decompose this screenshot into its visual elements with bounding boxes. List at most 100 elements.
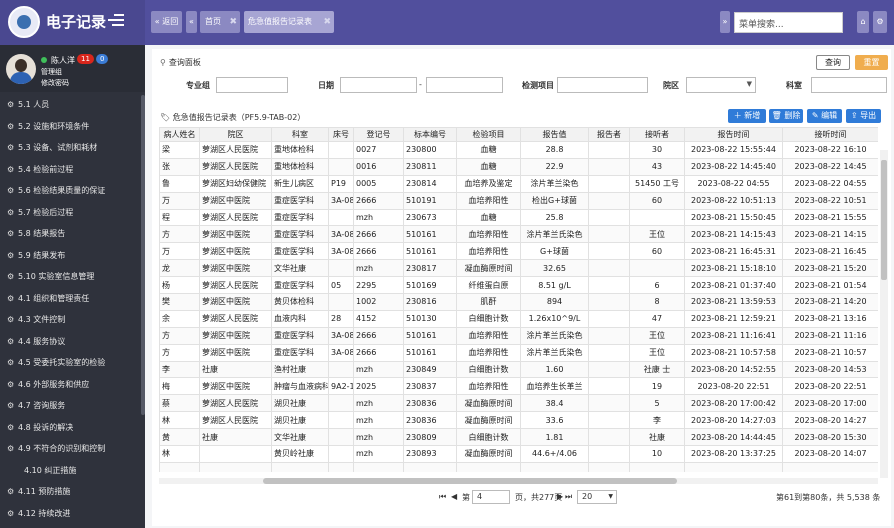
close-icon[interactable]: ✖ [323,11,331,33]
sidebar-item[interactable]: ⚙ 4.4 服务协议 [0,331,140,353]
tabs-scroll-left-button[interactable]: « [186,11,197,33]
notification-badge[interactable]: 11 [77,54,94,64]
change-password-link[interactable]: 修改密码 [41,78,69,88]
prev-page-button[interactable]: ◀ [451,492,457,501]
column-header[interactable]: 接听时间 [782,127,878,142]
sidebar-item[interactable]: ⚙ 5.2 设施和环境条件 [0,116,140,138]
sidebar-item[interactable]: ⚙ 5.3 设备、试剂和耗材 [0,137,140,159]
column-header[interactable]: 报告值 [520,127,589,142]
dept-input[interactable] [811,77,887,93]
sidebar-item[interactable]: ⚙ 5.7 检验后过程 [0,202,140,224]
back-button[interactable]: « 返回 [151,11,182,33]
menu-toggle-icon[interactable] [108,14,124,28]
table-row[interactable]: 李社康 渔村社康 mzh 230849 白细胞计数 1.60 社康 士 2023-08-20 … [159,360,878,379]
table-row[interactable]: 蔡萝湖区人民医院 湖贝社康 mzh 230836 凝血酶原时间 38.4 5 2023-08-… [159,394,878,413]
table-row[interactable]: 方萝湖区中医院 重症医学科 3A-08 2666 510161 血培养阳性 涂片革兰氏染色 王… [159,326,878,345]
sidebar-item[interactable]: ⚙4.13 记录控制 [0,524,140,528]
area-select[interactable]: ▼ [686,77,756,93]
reset-button[interactable]: 重置 [855,55,888,70]
sidebar-item[interactable]: ⚙ 5.4 检验前过程 [0,159,140,181]
column-header[interactable]: 报告时间 [684,127,783,142]
edit-button[interactable]: ✎ 编辑 [807,109,842,123]
sidebar-item[interactable]: 4.10 纠正措施 [0,460,140,482]
sidebar-item[interactable]: ⚙ 4.7 咨询服务 [0,395,140,417]
sidebar-item[interactable]: ⚙ 4.9 不符合的识别和控制 [0,438,140,460]
export-button[interactable]: ⇪ 导出 [846,109,881,123]
table-cell: 鲁 [159,174,200,193]
menu-search-input[interactable]: 菜单搜索... [734,12,843,33]
sidebar-item[interactable]: ⚙ 5.6 检验结果质量的保证 [0,180,140,202]
column-header[interactable]: 床号 [328,127,354,142]
table-row[interactable]: 程萝湖区人民医院 重症医学科 mzh 230673 血糖 25.8 2023-08-21 1… [159,208,878,227]
next-page-button[interactable]: ▶ [557,492,563,501]
page-number-input[interactable]: 4 [472,490,510,504]
settings-gear-icon[interactable]: ⚙ [873,11,887,33]
column-header[interactable]: 接听者 [629,127,685,142]
add-button[interactable]: ＋ 新增 [728,109,766,123]
sidebar-menu: ⚙ 5.1 人员 ⚙ 5.2 设施和环境条件 ⚙ 5.3 设备、试剂和耗材 ⚙ 5.4 检验前… [0,94,140,528]
table-cell [199,445,272,463]
table-row[interactable]: 梁萝湖区人民医院 重地体检科 0027 230800 血糖 28.8 30 2023-08-2… [159,141,878,159]
table-row[interactable]: 梅萝湖区中医院 肿瘤与血液病科 9A2-1 2025 230837 血培养阳性 血培养生长革… [159,377,878,396]
sidebar-item[interactable]: ⚙ 4.11 预防措施 [0,481,140,503]
table-row[interactable]: 林萝湖区人民医院 湖贝社康 mzh 230836 凝血酶原时间 33.6 李 2023-08-… [159,411,878,430]
delete-button[interactable]: 🗑 删除 [769,109,803,123]
tab-home[interactable]: 首页 ✖ [200,11,240,33]
table-cell: 2023-08-22 15:55:44 [684,141,783,159]
page-size-select[interactable]: 20 ▼ [577,490,617,504]
message-badge[interactable]: 0 [96,54,109,64]
sidebar-item[interactable]: ⚙ 5.9 结果发布 [0,245,140,267]
grid-vertical-scrollbar[interactable] [880,150,888,478]
table-cell: 2295 [353,276,404,295]
table-cell: 8.51 g/L [520,276,589,295]
close-icon[interactable]: ✖ [229,11,237,33]
tab-critical-value-report[interactable]: 危急值报告记录表 ✖ [244,11,334,33]
table-row[interactable]: 杨萝湖区人民医院 重症医学科 05 2295 510169 纤维蛋白原 8.51 g/L 6 2… [159,276,878,295]
table-cell: 萝湖区中医院 [199,225,272,244]
home-icon[interactable]: ⌂ [857,11,869,33]
column-header[interactable]: 院区 [199,127,272,142]
table-row[interactable]: 林黄贝岭社康 mzh 230893 凝血酶原时间 44.6+/4.06 10 2023-08… [159,445,878,463]
column-header[interactable]: 科室 [271,127,329,142]
sidebar-item[interactable]: ⚙ 4.3 文件控制 [0,309,140,331]
sidebar-item[interactable]: ⚙ 4.8 投诉的解决 [0,417,140,439]
column-header[interactable]: 报告者 [588,127,630,142]
date-end-input[interactable] [426,77,503,93]
query-button[interactable]: 查询 [816,55,850,70]
sidebar-item[interactable]: ⚙ 4.5 受委托实验室的检验 [0,352,140,374]
grid-horizontal-scrollbar[interactable] [159,478,878,484]
table-row[interactable]: 黄社康 文华社康 mzh 230809 白细胞计数 1.81 社康 2023-08-20 14… [159,428,878,447]
table-row[interactable]: 樊萝湖区中医院 黄贝体检科 1002 230816 肌酐 894 8 2023-08-21 1… [159,293,878,311]
sidebar-item-label: 5.2 设施和环境条件 [18,121,90,131]
table-row[interactable]: 方萝湖区中医院 重症医学科 3A-08 2666 510161 血培养阳性 涂片革兰氏染色 王… [159,225,878,244]
last-page-button[interactable]: ⏭ [565,492,572,502]
first-page-button[interactable]: ⏮ [439,492,446,502]
sidebar-item[interactable]: ⚙ 5.1 人员 [0,94,140,116]
column-header[interactable]: 病人姓名 [159,127,200,142]
column-header[interactable]: 检验项目 [456,127,521,142]
table-row[interactable]: 龙萝湖区中医院 文华社康 mzh 230817 凝血酶原时间 32.65 2023-08-2… [159,259,878,278]
table-row[interactable]: 余萝湖区人民医院 血液内科 28 4152 510130 白细胞计数 1.26x10^9/L… [159,309,878,328]
gear-icon: ⚙ [7,379,15,389]
table-cell: 510161 [403,343,457,362]
sidebar-item[interactable]: ⚙ 5.10 实验室信息管理 [0,266,140,288]
table-cell: mzh [353,411,404,430]
table-row[interactable]: 张萝湖区人民医院 重地体检科 0016 230811 血糖 22.9 43 2023-08-2… [159,157,878,176]
table-row[interactable]: 万萝湖区中医院 重症医学科 3A-08 2666 510161 血培养阳性 G+球菌 60 20… [159,242,878,261]
table-row[interactable]: 鲁萝湖区妇幼保健院 新生儿病区 P19 0005 230814 血培养及鉴定 涂片革兰染色 5… [159,174,878,193]
group-input[interactable] [216,77,288,93]
table-cell [328,428,354,447]
tabs-scroll-right-button[interactable]: » [720,11,730,33]
column-header[interactable]: 标本编号 [403,127,457,142]
table-cell: 230816 [403,293,457,311]
table-row[interactable]: 万萝湖区中医院 重症医学科 3A-08 2666 510191 血培养阳性 检出G+球菌 60… [159,191,878,210]
table-row[interactable] [159,461,878,472]
sidebar-item[interactable]: ⚙ 4.6 外部服务和供应 [0,374,140,396]
sidebar-item[interactable]: ⚙ 5.8 结果报告 [0,223,140,245]
sidebar-item[interactable]: ⚙ 4.1 组织和管理责任 [0,288,140,310]
test-item-input[interactable] [557,77,648,93]
sidebar-item[interactable]: ⚙ 4.12 持续改进 [0,503,140,525]
column-header[interactable]: 登记号 [353,127,404,142]
date-start-input[interactable] [340,77,417,93]
table-row[interactable]: 方萝湖区中医院 重症医学科 3A-08 2666 510161 血培养阳性 涂片革兰氏染色 王… [159,343,878,362]
